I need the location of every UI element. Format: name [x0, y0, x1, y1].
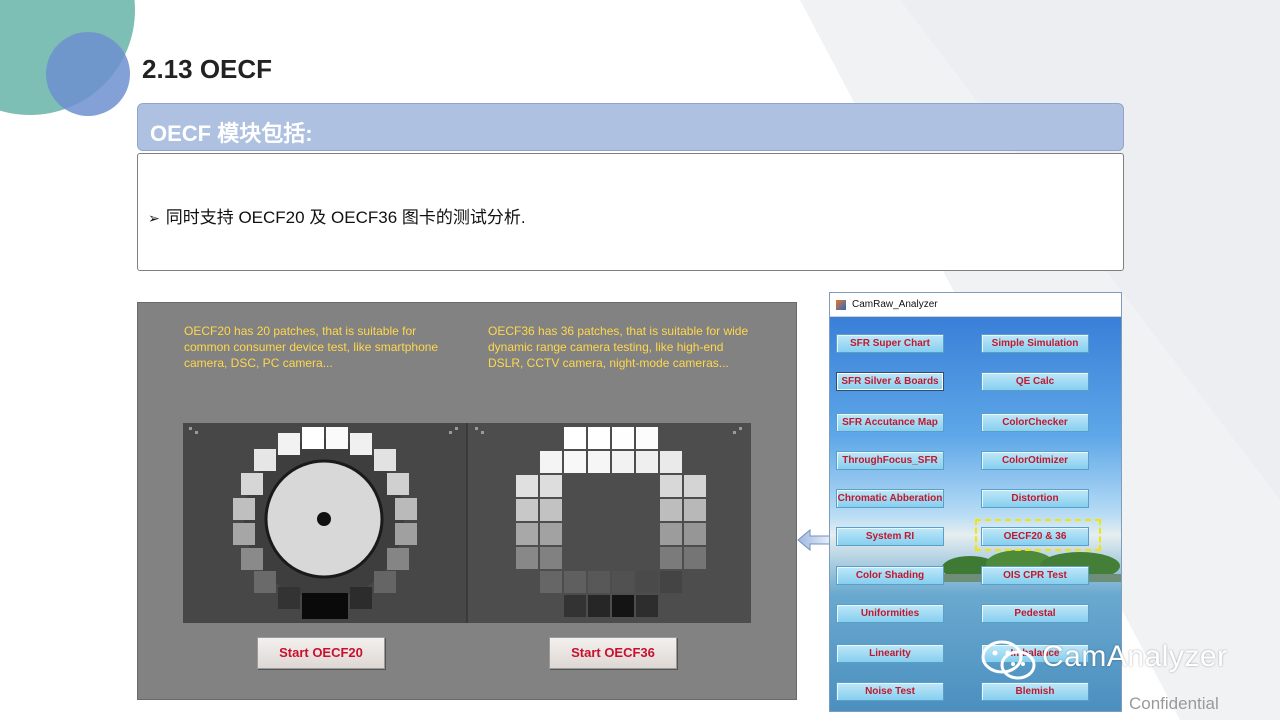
- noise-test-button[interactable]: Noise Test: [836, 682, 944, 701]
- section-header: OECF 模块包括:: [137, 103, 1124, 151]
- slide-title: 2.13 OECF: [142, 54, 273, 84]
- highlight-box: [975, 519, 1101, 551]
- bullet-arrow-icon: ➢: [148, 210, 160, 226]
- pedestal-button[interactable]: Pedestal: [981, 604, 1089, 623]
- blemish-button[interactable]: Blemish: [981, 682, 1089, 701]
- chromatic-abberation-button[interactable]: Chromatic Abberation: [836, 489, 944, 508]
- pointer-arrow-icon: [797, 528, 831, 552]
- oecf36-description: OECF36 has 36 patches, that is suitable …: [488, 324, 749, 370]
- uniformities-button[interactable]: Uniformities: [836, 604, 944, 623]
- oecf-panel: OECF20 has 20 patches, that is suitable …: [137, 302, 797, 700]
- sfr-silver-boards-button[interactable]: SFR Silver & Boards: [836, 372, 944, 391]
- sfr-accutance-map-button[interactable]: SFR Accutance Map: [836, 413, 944, 432]
- throughfocus-sfr-button[interactable]: ThroughFocus_SFR: [836, 451, 944, 470]
- colorotimizer-button[interactable]: ColorOtimizer: [981, 451, 1089, 470]
- start-oecf20-button[interactable]: Start OECF20: [257, 637, 385, 669]
- qe-calc-button[interactable]: QE Calc: [981, 372, 1089, 391]
- oecf-chart-preview: [183, 423, 751, 623]
- wechat-icon: [981, 640, 1036, 680]
- content-box: ➢ 同时支持 OECF20 及 OECF36 图卡的测试分析.: [137, 153, 1124, 271]
- oecf-charts-image: [183, 423, 751, 623]
- start-oecf36-button[interactable]: Start OECF36: [549, 637, 677, 669]
- section-header-label: OECF 模块包括:: [150, 121, 313, 146]
- bullet-item: ➢ 同时支持 OECF20 及 OECF36 图卡的测试分析.: [148, 203, 526, 228]
- app-icon: [836, 300, 846, 310]
- distortion-button[interactable]: Distortion: [981, 489, 1089, 508]
- ois-cpr-test-button[interactable]: OIS CPR Test: [981, 566, 1089, 585]
- bullet-text: 同时支持 OECF20 及 OECF36 图卡的测试分析.: [165, 208, 526, 227]
- footer-confidential: Confidential: [1129, 694, 1219, 713]
- window-title: CamRaw_Analyzer: [852, 299, 938, 310]
- system-ri-button[interactable]: System RI: [836, 527, 944, 546]
- sfr-super-chart-button[interactable]: SFR Super Chart: [836, 334, 944, 353]
- window-titlebar: CamRaw_Analyzer: [830, 293, 1121, 317]
- colorchecker-button[interactable]: ColorChecker: [981, 413, 1089, 432]
- linearity-button[interactable]: Linearity: [836, 644, 944, 663]
- oecf20-description: OECF20 has 20 patches, that is suitable …: [184, 324, 439, 370]
- color-shading-button[interactable]: Color Shading: [836, 566, 944, 585]
- watermark-text: CamAnalyzer: [1042, 640, 1228, 673]
- simple-simulation-button[interactable]: Simple Simulation: [981, 334, 1089, 353]
